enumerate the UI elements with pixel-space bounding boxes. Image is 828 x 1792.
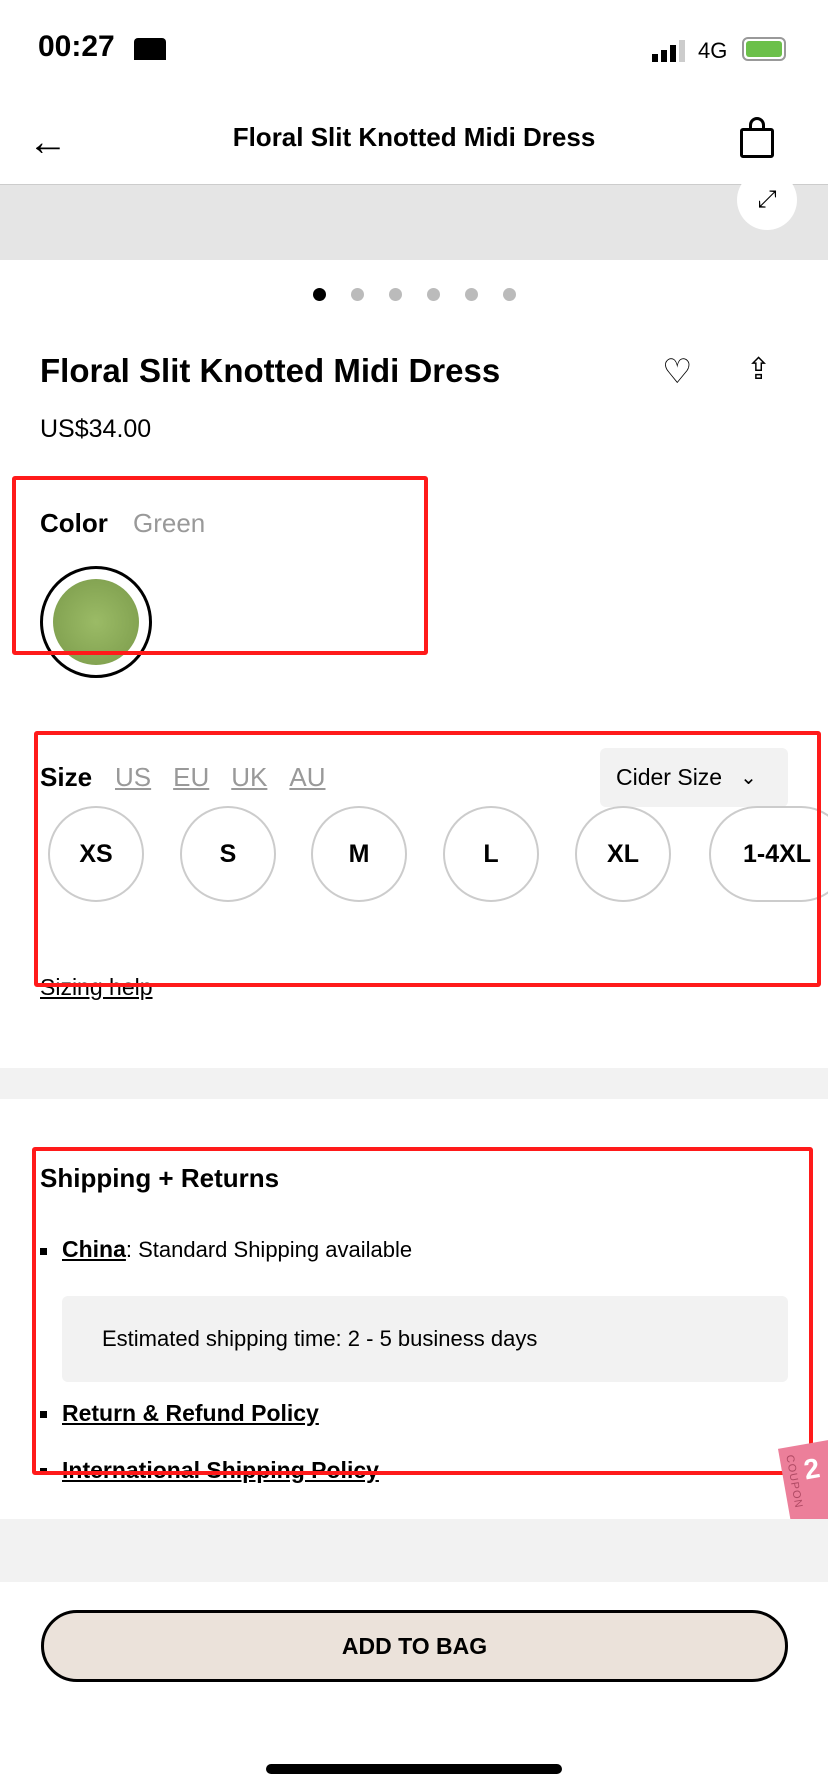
carousel-dot[interactable] bbox=[426, 288, 440, 301]
size-option-m[interactable]: M bbox=[311, 806, 407, 902]
add-to-bag-button[interactable]: ADD TO BAG bbox=[41, 1610, 788, 1682]
shipping-estimate-box: Estimated shipping time: 2 - 5 business … bbox=[62, 1296, 788, 1382]
country-link[interactable]: China bbox=[62, 1236, 126, 1262]
color-value: Green bbox=[133, 508, 206, 538]
size-chart-dropdown[interactable]: Cider Size ⌄ bbox=[600, 748, 788, 807]
carousel-dot[interactable] bbox=[312, 288, 326, 301]
product-price: US$34.00 bbox=[40, 415, 152, 443]
return-policy-link[interactable]: Return & Refund Policy bbox=[62, 1400, 319, 1427]
size-option-xl[interactable]: XL bbox=[575, 806, 671, 902]
shipping-title: Shipping + Returns bbox=[40, 1163, 280, 1193]
add-to-bag-label: ADD TO BAG bbox=[341, 1632, 488, 1659]
signal-icon bbox=[652, 40, 685, 62]
international-shipping-link[interactable]: International Shipping Policy bbox=[62, 1457, 379, 1484]
size-chart-label: Cider Size bbox=[616, 764, 723, 790]
size-option-l[interactable]: L bbox=[443, 806, 539, 902]
size-system-au[interactable]: AU bbox=[289, 762, 325, 793]
size-system-uk[interactable]: UK bbox=[231, 762, 267, 793]
size-option-xs[interactable]: XS bbox=[48, 806, 144, 902]
network-label: 4G bbox=[698, 38, 728, 63]
bullet bbox=[40, 1468, 47, 1475]
color-label: Color bbox=[40, 508, 108, 538]
sizing-help-link[interactable]: Sizing help bbox=[40, 974, 153, 1001]
section-divider bbox=[0, 1519, 828, 1582]
status-time: 00:27 bbox=[38, 30, 115, 63]
product-title: Floral Slit Knotted Midi Dress bbox=[40, 352, 501, 389]
carousel-dots bbox=[0, 288, 828, 301]
home-indicator bbox=[266, 1764, 562, 1774]
bullet bbox=[40, 1248, 47, 1255]
size-option-s[interactable]: S bbox=[180, 806, 276, 902]
size-option-1-4xl[interactable]: 1-4XL bbox=[709, 806, 828, 902]
shipping-country-line: China: Standard Shipping available bbox=[62, 1236, 412, 1263]
bullet bbox=[40, 1411, 47, 1418]
size-system-us[interactable]: US bbox=[115, 762, 151, 793]
size-systems: US EU UK AU bbox=[115, 762, 326, 793]
carousel-dot[interactable] bbox=[350, 288, 364, 301]
coupon-value: 2 bbox=[801, 1452, 823, 1486]
heart-icon[interactable]: ♡ bbox=[662, 352, 692, 392]
carousel-dot[interactable] bbox=[388, 288, 402, 301]
carousel-dot[interactable] bbox=[464, 288, 478, 301]
coupon-text: COUPON bbox=[783, 1453, 805, 1510]
expand-image-button[interactable]: ⤢ bbox=[737, 170, 797, 230]
chevron-down-icon: ⌄ bbox=[740, 767, 757, 789]
color-swatch-green[interactable] bbox=[40, 566, 152, 678]
share-icon[interactable]: ⇪ bbox=[746, 352, 771, 387]
sleep-bed-icon bbox=[134, 38, 166, 60]
nav-title: Floral Slit Knotted Midi Dress bbox=[232, 122, 596, 152]
battery-charging-icon bbox=[742, 37, 786, 61]
carousel-dot[interactable] bbox=[502, 288, 516, 301]
size-system-eu[interactable]: EU bbox=[173, 762, 209, 793]
shipping-estimate: Estimated shipping time: 2 - 5 business … bbox=[102, 1326, 538, 1351]
shopping-bag-icon[interactable] bbox=[740, 117, 774, 158]
section-divider bbox=[0, 1068, 828, 1099]
product-image-area[interactable] bbox=[0, 184, 828, 260]
shipping-availability: : Standard Shipping available bbox=[125, 1237, 413, 1262]
size-label: Size bbox=[40, 762, 93, 792]
